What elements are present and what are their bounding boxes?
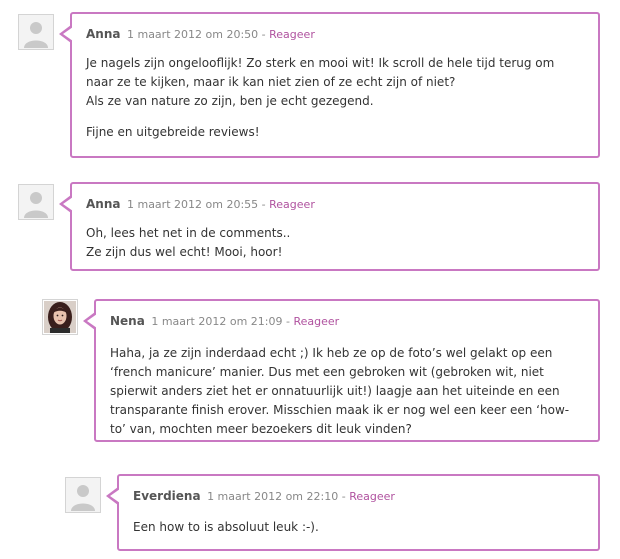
- comment-1: Anna 1 maart 2012 om 20:50 - Reageer Je …: [0, 0, 620, 165]
- comment-date[interactable]: 1 maart 2012 om 21:09: [151, 315, 282, 328]
- comment-text-line: transparante finish erover. Misschien ma…: [110, 403, 570, 417]
- comment-meta: Anna 1 maart 2012 om 20:55 - Reageer: [86, 197, 315, 211]
- comment-meta: Anna 1 maart 2012 om 20:50 - Reageer: [86, 27, 315, 41]
- comment-body: Oh, lees het net in de comments.. Ze zij…: [86, 224, 584, 274]
- comment-4: Everdiena 1 maart 2012 om 22:10 - Reagee…: [0, 465, 620, 559]
- reply-link[interactable]: Reageer: [269, 28, 315, 41]
- comment-3: Nena 1 maart 2012 om 21:09 - Reageer Hah…: [0, 290, 620, 455]
- comment-text-line: naar ze te kijken, maar ik kan niet zien…: [86, 75, 456, 89]
- comment-meta: Everdiena 1 maart 2012 om 22:10 - Reagee…: [133, 489, 395, 503]
- comment-text-line: Je nagels zijn ongelooflijk! Zo sterk en…: [86, 56, 555, 70]
- comment-date[interactable]: 1 maart 2012 om 20:55: [127, 198, 258, 211]
- comment-box: Everdiena 1 maart 2012 om 22:10 - Reagee…: [106, 474, 600, 551]
- comment-text-line: Ze zijn dus wel echt! Mooi, hoor!: [86, 245, 283, 259]
- comment-text-line: Als ze van nature zo zijn, ben je echt g…: [86, 94, 374, 108]
- reply-link[interactable]: Reageer: [269, 198, 315, 211]
- comment-author[interactable]: Anna: [86, 197, 120, 211]
- comment-date[interactable]: 1 maart 2012 om 22:10: [207, 490, 338, 503]
- meta-separator: -: [286, 315, 290, 328]
- comment-box: Nena 1 maart 2012 om 21:09 - Reageer Hah…: [83, 299, 600, 442]
- reply-link[interactable]: Reageer: [349, 490, 395, 503]
- comment-text-line: Fijne en uitgebreide reviews!: [86, 125, 260, 139]
- default-avatar-icon: [65, 477, 101, 513]
- meta-separator: -: [261, 198, 266, 211]
- comment-box: Anna 1 maart 2012 om 20:55 - Reageer Oh,…: [59, 182, 600, 274]
- meta-separator: -: [261, 28, 266, 41]
- comment-author[interactable]: Nena: [110, 314, 145, 328]
- comment-text-line: to’ van, mochten meer bezoekers dit leuk…: [110, 422, 412, 436]
- comment-text-line: Oh, lees het net in de comments..: [86, 226, 291, 240]
- comment-author[interactable]: Anna: [86, 27, 120, 41]
- comment-body: Een how to is absoluut leuk :-).: [133, 518, 584, 549]
- comment-text-line: Haha, ja ze zijn inderdaad echt ;) Ik he…: [110, 346, 553, 360]
- default-avatar-icon: [18, 14, 54, 50]
- comment-text-line: spierwit anders ziet het er onnatuurlijk…: [110, 384, 560, 398]
- reply-link[interactable]: Reageer: [293, 315, 339, 328]
- comment-body: Haha, ja ze zijn inderdaad echt ;) Ik he…: [110, 344, 584, 451]
- profile-photo: [42, 299, 78, 335]
- comment-text-line: ‘french manicure’ manier. Dus met een ge…: [110, 365, 544, 379]
- comment-author[interactable]: Everdiena: [133, 489, 201, 503]
- meta-separator: -: [341, 490, 346, 503]
- comment-date[interactable]: 1 maart 2012 om 20:50: [127, 28, 258, 41]
- comment-meta: Nena 1 maart 2012 om 21:09 - Reageer: [110, 314, 339, 328]
- comment-2: Anna 1 maart 2012 om 20:55 - Reageer Oh,…: [0, 175, 620, 275]
- comment-body: Je nagels zijn ongelooflijk! Zo sterk en…: [86, 54, 584, 154]
- comment-text-line: Een how to is absoluut leuk :-).: [133, 520, 319, 534]
- comment-box: Anna 1 maart 2012 om 20:50 - Reageer Je …: [59, 12, 600, 158]
- default-avatar-icon: [18, 184, 54, 220]
